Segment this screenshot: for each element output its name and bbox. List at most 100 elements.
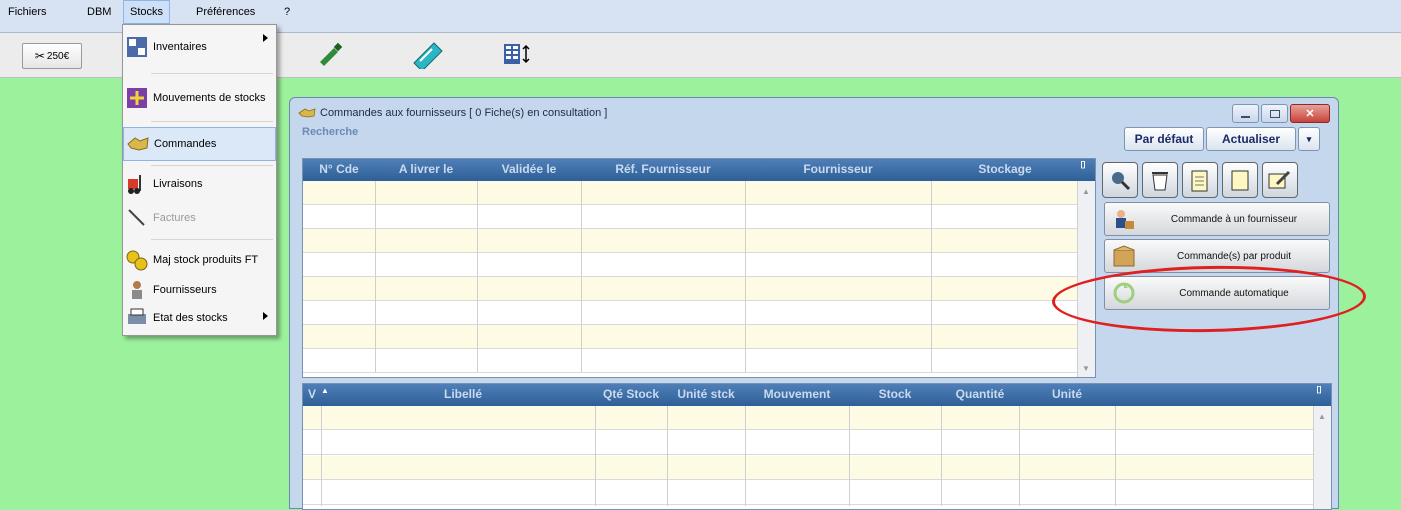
toolbar-250-button[interactable]: ✂ 250€ — [22, 43, 82, 69]
gears-icon — [125, 249, 149, 271]
trash-icon — [1152, 172, 1168, 191]
col-stock[interactable]: Stock — [849, 384, 941, 406]
menu-dbm[interactable]: DBM — [81, 0, 117, 24]
column-divider — [745, 406, 746, 506]
menu-separator — [151, 121, 273, 122]
scroll-up-icon[interactable]: ▲ — [1082, 187, 1090, 196]
orders-grid-header: N° Cde A livrer le Validée le Réf. Fourn… — [303, 159, 1095, 181]
table-row[interactable] — [303, 349, 1077, 373]
maximize-button[interactable] — [1261, 104, 1288, 123]
menu-item-label: Etat des stocks — [153, 312, 228, 324]
column-chooser-icon[interactable]: ⌷ — [1316, 385, 1322, 396]
table-row[interactable] — [303, 181, 1077, 205]
menu-preferences[interactable]: Préférences — [190, 0, 261, 24]
table-row[interactable] — [303, 205, 1077, 229]
handshake-icon — [298, 108, 316, 118]
menu-item-factures[interactable]: Factures — [123, 203, 276, 233]
scanner-tool-button[interactable] — [408, 39, 448, 69]
table-row[interactable] — [303, 431, 1313, 455]
col-order-number[interactable]: N° Cde — [303, 159, 375, 181]
col-deliver-date[interactable]: A livrer le — [375, 159, 477, 181]
table-row[interactable] — [303, 301, 1077, 325]
col-v[interactable]: V — [303, 384, 321, 406]
col-supplier[interactable]: Fournisseur — [745, 159, 931, 181]
bottle-tool-button[interactable] — [313, 39, 347, 69]
column-divider — [1019, 406, 1020, 506]
menu-item-label: Inventaires — [153, 41, 207, 53]
menu-item-label: Commandes — [154, 138, 217, 150]
minimize-icon — [1241, 115, 1250, 118]
table-row[interactable] — [303, 406, 1313, 430]
menu-item-label: Livraisons — [153, 178, 203, 190]
menu-fichiers[interactable]: Fichiers — [2, 0, 53, 24]
new-document-button[interactable] — [1182, 162, 1218, 198]
column-divider — [477, 181, 478, 373]
toolbar-250-label: 250€ — [46, 50, 70, 62]
dropdown-toggle-button[interactable]: ▾ — [1298, 127, 1320, 151]
menu-help[interactable]: ? — [278, 0, 296, 24]
scroll-down-icon[interactable]: ▼ — [1082, 364, 1090, 373]
grid-sort-icon — [504, 44, 530, 64]
menu-item-label: Maj stock produits FT — [153, 254, 259, 266]
col-quantity[interactable]: Quantité — [941, 384, 1019, 406]
menu-item-etat-stocks[interactable]: Etat des stocks — [123, 305, 276, 331]
menu-separator — [151, 73, 273, 74]
maximize-icon — [1269, 109, 1280, 118]
column-divider — [931, 181, 932, 373]
pen-icon — [125, 207, 149, 229]
menu-item-mouvements[interactable]: Mouvements de stocks — [123, 81, 276, 115]
table-row[interactable] — [303, 253, 1077, 277]
column-divider — [849, 406, 850, 506]
window-title: Commandes aux fournisseurs [ 0 Fiche(s) … — [298, 107, 607, 119]
table-row[interactable] — [303, 481, 1313, 505]
supplier-order-label: Commande à un fournisseur — [1170, 213, 1298, 225]
col-storage[interactable]: Stockage — [931, 159, 1079, 181]
delete-action-button[interactable] — [1142, 162, 1178, 198]
menu-item-label: Fournisseurs — [153, 284, 217, 296]
order-lines-grid-header: V ▲ Libellé Qté Stock Unité stck Mouveme… — [303, 384, 1331, 406]
col-movement[interactable]: Mouvement — [745, 384, 849, 406]
menu-item-fournisseurs[interactable]: Fournisseurs — [123, 277, 276, 303]
table-row[interactable] — [303, 456, 1313, 480]
table-row[interactable] — [303, 229, 1077, 253]
menu-item-commandes[interactable]: Commandes — [123, 127, 276, 161]
window-controls: ✕ — [1232, 104, 1330, 123]
scroll-up-icon[interactable]: ▲ — [1318, 412, 1326, 421]
menu-item-maj-stock[interactable]: Maj stock produits FT — [123, 245, 276, 275]
col-validated-date[interactable]: Validée le — [477, 159, 581, 181]
menu-stocks[interactable]: Stocks — [123, 0, 171, 24]
column-chooser-icon[interactable]: ⌷ — [1080, 160, 1086, 171]
search-label[interactable]: Recherche — [302, 126, 358, 138]
col-stock-unit[interactable]: Unité stck — [667, 384, 745, 406]
inventory-icon — [125, 36, 149, 58]
open-document-button[interactable] — [1222, 162, 1258, 198]
supplier-icon — [1109, 206, 1139, 232]
edit-document-button[interactable] — [1262, 162, 1298, 198]
view-action-button[interactable] — [1102, 162, 1138, 198]
col-stock-qty[interactable]: Qté Stock — [595, 384, 667, 406]
table-row[interactable] — [303, 277, 1077, 301]
person-icon — [125, 279, 149, 301]
col-label[interactable]: Libellé — [331, 384, 595, 406]
default-button[interactable]: Par défaut — [1124, 127, 1204, 151]
refresh-button[interactable]: Actualiser — [1206, 127, 1296, 151]
magnifier-icon — [1112, 172, 1131, 191]
table-row[interactable] — [303, 325, 1077, 349]
menu-item-inventaires[interactable]: Inventaires — [123, 27, 276, 67]
column-divider — [1115, 406, 1116, 506]
order-lines-scrollbar[interactable]: ▲ — [1313, 406, 1331, 509]
bottle-icon — [320, 42, 343, 66]
supplier-order-button[interactable]: Commande à un fournisseur — [1104, 202, 1330, 236]
minimize-button[interactable] — [1232, 104, 1259, 123]
col-supplier-ref[interactable]: Réf. Fournisseur — [581, 159, 745, 181]
column-divider — [595, 406, 596, 506]
column-divider — [581, 181, 582, 373]
menu-item-livraisons[interactable]: Livraisons — [123, 169, 276, 199]
barcode-scanner-icon — [413, 42, 443, 69]
product-order-label: Commande(s) par produit — [1177, 250, 1291, 262]
col-unit[interactable]: Unité — [1019, 384, 1115, 406]
inventory-grid-button[interactable] — [500, 39, 534, 69]
window-title-text: Commandes aux fournisseurs [ 0 Fiche(s) … — [320, 107, 608, 119]
close-button[interactable]: ✕ — [1290, 104, 1330, 123]
sort-asc-icon: ▲ — [321, 386, 329, 395]
